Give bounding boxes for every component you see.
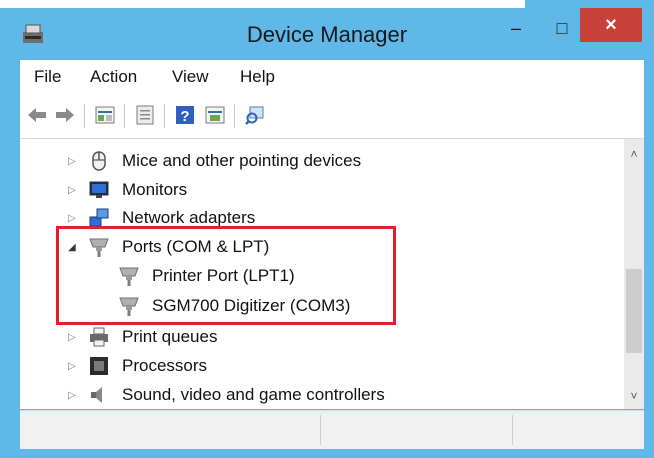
expand-arrow-icon[interactable]: ▷ — [68, 332, 76, 343]
expand-arrow-icon[interactable]: ▷ — [68, 156, 76, 167]
vertical-scrollbar[interactable]: ˄ ˅ — [624, 139, 644, 409]
update-icon[interactable] — [134, 104, 156, 126]
top-strip — [0, 0, 525, 8]
menu-help[interactable]: Help — [240, 67, 275, 87]
scan-icon[interactable] — [244, 104, 266, 126]
tree-item-label: Network adapters — [122, 208, 256, 227]
tree-item-monitors[interactable]: ▷ Monitors — [20, 176, 624, 204]
expand-arrow-icon[interactable]: ▷ — [68, 361, 76, 372]
help-icon[interactable]: ? — [174, 104, 196, 126]
scroll-down-button[interactable]: ˅ — [624, 389, 644, 403]
title-bar[interactable]: Device Manager – □ × — [0, 8, 654, 60]
view-icon[interactable] — [204, 104, 226, 126]
tree-item-sound-video-game[interactable]: ▷ Sound, video and game controllers — [20, 381, 624, 409]
svg-text:?: ? — [180, 108, 189, 125]
menu-bar: File Action View Help — [20, 60, 644, 94]
expand-arrow-icon[interactable]: ▷ — [68, 213, 76, 224]
tree-item-mice[interactable]: ▷ Mice and other pointing devices — [20, 147, 624, 175]
tree-item-label: Sound, video and game controllers — [122, 385, 385, 404]
printer-icon — [88, 326, 110, 348]
tree-item-processors[interactable]: ▷ Processors — [20, 352, 624, 380]
menu-file[interactable]: File — [34, 67, 61, 87]
toolbar-separator — [164, 104, 165, 128]
toolbar-separator — [84, 104, 85, 128]
status-bar — [20, 410, 644, 449]
scroll-up-button[interactable]: ˄ — [624, 147, 644, 161]
expand-arrow-icon[interactable]: ▷ — [68, 185, 76, 196]
close-button[interactable]: × — [580, 8, 642, 42]
tree-item-label: Print queues — [122, 327, 218, 346]
properties-icon[interactable] — [94, 104, 116, 126]
toolbar-separator — [234, 104, 235, 128]
tree-item-label: Processors — [122, 356, 208, 375]
mouse-icon — [88, 150, 110, 172]
speaker-icon — [88, 384, 110, 406]
back-icon[interactable] — [26, 104, 48, 126]
status-divider — [320, 415, 321, 445]
toolbar: ? — [20, 94, 644, 139]
tree-item-print-queues[interactable]: ▷ Print queues — [20, 323, 624, 351]
menu-action[interactable]: Action — [90, 67, 137, 87]
processor-icon — [88, 355, 110, 377]
maximize-button[interactable]: □ — [542, 10, 582, 46]
tree-item-label: Mice and other pointing devices — [122, 151, 362, 170]
menu-view[interactable]: View — [172, 67, 209, 87]
highlight-box — [56, 226, 396, 325]
forward-icon[interactable] — [54, 104, 76, 126]
minimize-button[interactable]: – — [496, 10, 536, 46]
expand-arrow-icon[interactable]: ▷ — [68, 390, 76, 401]
tree-item-label: Monitors — [122, 180, 188, 199]
status-divider — [512, 415, 513, 445]
scroll-thumb[interactable] — [626, 269, 642, 353]
monitor-icon — [88, 179, 110, 201]
toolbar-separator — [124, 104, 125, 128]
